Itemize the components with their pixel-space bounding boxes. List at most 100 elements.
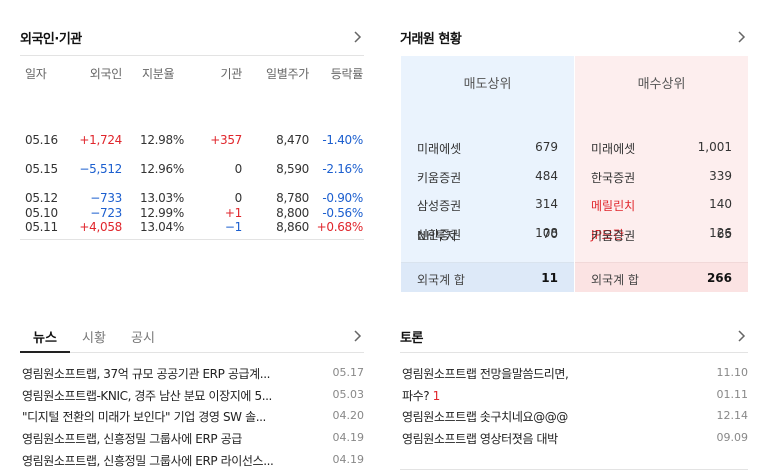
col-ratio: 지분율 — [142, 67, 175, 81]
forum-date: 09.09 — [716, 431, 749, 444]
tabs-divider — [20, 352, 364, 353]
list-item: 미래에셋 1,001 — [575, 134, 748, 163]
news-title[interactable]: 영림원소프트랩-KNIC, 경주 남산 분묘 이장지에 5... — [22, 387, 302, 404]
broker-name: 삼성증권 — [417, 199, 462, 213]
forum-date: 11.10 — [716, 366, 749, 379]
col-date: 일자 — [25, 67, 47, 81]
table-row: 05.15 −5,512 12.96% 0 8,590 -2.16% — [20, 156, 364, 185]
broker-name: 키움증권 — [591, 229, 636, 243]
broker-panel-title: 거래원 현황 — [400, 32, 462, 47]
active-tab-indicator — [20, 351, 70, 353]
list-item[interactable]: 영림원소프트랩-KNIC, 경주 남산 분묘 이장지에 5... 05.03 — [20, 385, 364, 407]
list-item[interactable]: 영림원소프트랩, 37억 규모 공공기관 ERP 공급계... 05.17 — [20, 363, 364, 385]
list-item[interactable]: "디지털 전환의 미래가 보인다" 기업 경영 SW 솔... 04.20 — [20, 406, 364, 428]
list-item: NH투자 70 — [401, 221, 574, 250]
col-foreign: 외국인 — [89, 67, 123, 81]
list-item: 삼성증권 314 — [401, 191, 574, 220]
news-date: 04.19 — [332, 431, 365, 444]
foreign-panel-title: 외국인·기관 — [20, 32, 82, 47]
chevron-right-icon[interactable] — [350, 29, 364, 45]
news-date: 04.19 — [332, 453, 365, 466]
broker-name: 미래에셋 — [417, 142, 462, 156]
broker-value: 484 — [535, 169, 558, 183]
cell-price: 8,470 — [276, 133, 309, 147]
broker-name: NH투자 — [417, 229, 458, 243]
forum-title[interactable]: 파수? — [402, 389, 430, 403]
table-row: 05.16 +1,724 12.98% +357 8,470 -1.40% — [20, 127, 364, 156]
forum-title-wrap[interactable]: 파수? 1 — [402, 387, 440, 404]
forum-date: 12.14 — [716, 409, 749, 422]
cell-foreign: −5,512 — [79, 162, 122, 176]
tab-news[interactable]: 뉴스 — [33, 327, 57, 346]
sell-top-box: 매도상위 미래에셋 679 키움증권 484 삼성증권 314 신한증권 108 외국계… — [401, 56, 574, 292]
news-title[interactable]: 영림원소프트랩, 37억 규모 공공기관 ERP 공급계... — [22, 365, 302, 382]
list-item: 메릴린치 140 — [575, 191, 748, 220]
news-title[interactable]: 영림원소프트랩, 신흥정밀 그룹사에 ERP 라이선스... — [22, 452, 302, 469]
list-item: 미래에셋 679 — [401, 134, 574, 163]
list-item: 키움증권 484 — [401, 163, 574, 192]
forum-bottom-divider — [400, 469, 748, 470]
cell-price: 8,590 — [276, 162, 309, 176]
cell-date: 05.15 — [25, 162, 58, 176]
chevron-right-icon[interactable] — [350, 328, 364, 344]
cell-date: 05.16 — [25, 133, 58, 147]
forum-panel-header[interactable]: 토론 — [400, 325, 748, 346]
cell-foreign: −723 — [90, 206, 122, 220]
cell-foreign: +1,724 — [79, 133, 122, 147]
news-title[interactable]: "디지털 전환의 미래가 보인다" 기업 경영 SW 솔... — [22, 408, 302, 425]
buy-foreign-sum: 외국계 합 266 — [575, 262, 748, 292]
forum-panel-title: 토론 — [400, 331, 423, 346]
sell-top-header: 매도상위 — [463, 77, 512, 92]
broker-panel: 거래원 현황 매도상위 미래에셋 679 키움증권 484 삼성증권 314 신한증권… — [400, 28, 748, 293]
cell-inst: 0 — [234, 162, 243, 176]
chevron-right-icon[interactable] — [734, 328, 748, 344]
sum-value: 266 — [706, 271, 732, 285]
broker-value: 314 — [535, 197, 558, 211]
buy-top-box: 매수상위 미래에셋 1,001 한국증권 339 메릴린치 140 JP모간 126 외… — [575, 56, 748, 292]
broker-name: 한국증권 — [591, 171, 636, 185]
cell-inst: +1 — [224, 206, 242, 220]
broker-name: 메릴린치 — [591, 199, 636, 213]
list-item[interactable]: 영림원소프트랩 영상터졋음 대박 09.09 — [400, 428, 748, 450]
list-item: 한국증권 339 — [575, 163, 748, 192]
buy-top-header: 매수상위 — [637, 77, 686, 92]
broker-value: 140 — [709, 197, 732, 211]
news-panel: 뉴스 시황 공시 영림원소프트랩, 37억 규모 공공기관 ERP 공급계...… — [20, 325, 364, 473]
cell-ratio: 12.98% — [140, 133, 184, 147]
cell-rate: -1.40% — [322, 133, 363, 147]
tab-market[interactable]: 시황 — [82, 327, 106, 346]
list-item[interactable]: 영림원소프트랩 솟구치네요@@@ 12.14 — [400, 406, 748, 428]
sum-value: 11 — [541, 271, 558, 285]
list-item: 키움증권 65 — [575, 221, 748, 250]
forum-title[interactable]: 영림원소프트랩 전망을말씀드리면, — [402, 365, 682, 382]
forum-date: 01.11 — [716, 388, 749, 401]
forum-title[interactable]: 영림원소프트랩 영상터졋음 대박 — [402, 430, 682, 447]
list-item[interactable]: 영림원소프트랩 전망을말씀드리면, 11.10 — [400, 363, 748, 385]
cell-price: 8,800 — [276, 206, 309, 220]
news-date: 05.03 — [332, 388, 365, 401]
tab-disclosure[interactable]: 공시 — [131, 327, 155, 346]
table-row: 05.10 −723 12.99% +1 8,800 -0.56% — [20, 200, 364, 229]
cell-ratio: 12.99% — [140, 206, 184, 220]
list-item[interactable]: 영림원소프트랩, 신흥정밀 그룹사에 ERP 공급 04.19 — [20, 428, 364, 450]
sum-label: 외국계 합 — [591, 273, 639, 287]
forum-title[interactable]: 영림원소프트랩 솟구치네요@@@ — [402, 408, 682, 425]
foreign-panel-header[interactable]: 외국인·기관 — [20, 28, 364, 48]
list-item[interactable]: 영림원소프트랩, 신흥정밀 그룹사에 ERP 라이선스... 04.19 — [20, 450, 364, 472]
sell-foreign-sum: 외국계 합 11 — [401, 262, 574, 292]
news-date: 05.17 — [332, 366, 365, 379]
broker-value: 339 — [709, 169, 732, 183]
broker-panel-header[interactable]: 거래원 현황 — [400, 28, 748, 48]
broker-value: 65 — [716, 227, 732, 241]
comment-count: 1 — [432, 389, 440, 403]
broker-name: 미래에셋 — [591, 142, 636, 156]
chevron-right-icon[interactable] — [734, 29, 748, 45]
broker-value: 679 — [535, 140, 558, 154]
sum-label: 외국계 합 — [417, 273, 465, 287]
cell-inst: +357 — [210, 133, 242, 147]
news-title[interactable]: 영림원소프트랩, 신흥정밀 그룹사에 ERP 공급 — [22, 430, 302, 447]
news-date: 04.20 — [332, 409, 365, 422]
list-item[interactable]: 파수? 1 01.11 — [400, 385, 748, 407]
forum-panel: 토론 영림원소프트랩 전망을말씀드리면, 11.10 파수? 1 01.11 영림… — [400, 325, 748, 473]
cell-ratio: 12.96% — [140, 162, 184, 176]
